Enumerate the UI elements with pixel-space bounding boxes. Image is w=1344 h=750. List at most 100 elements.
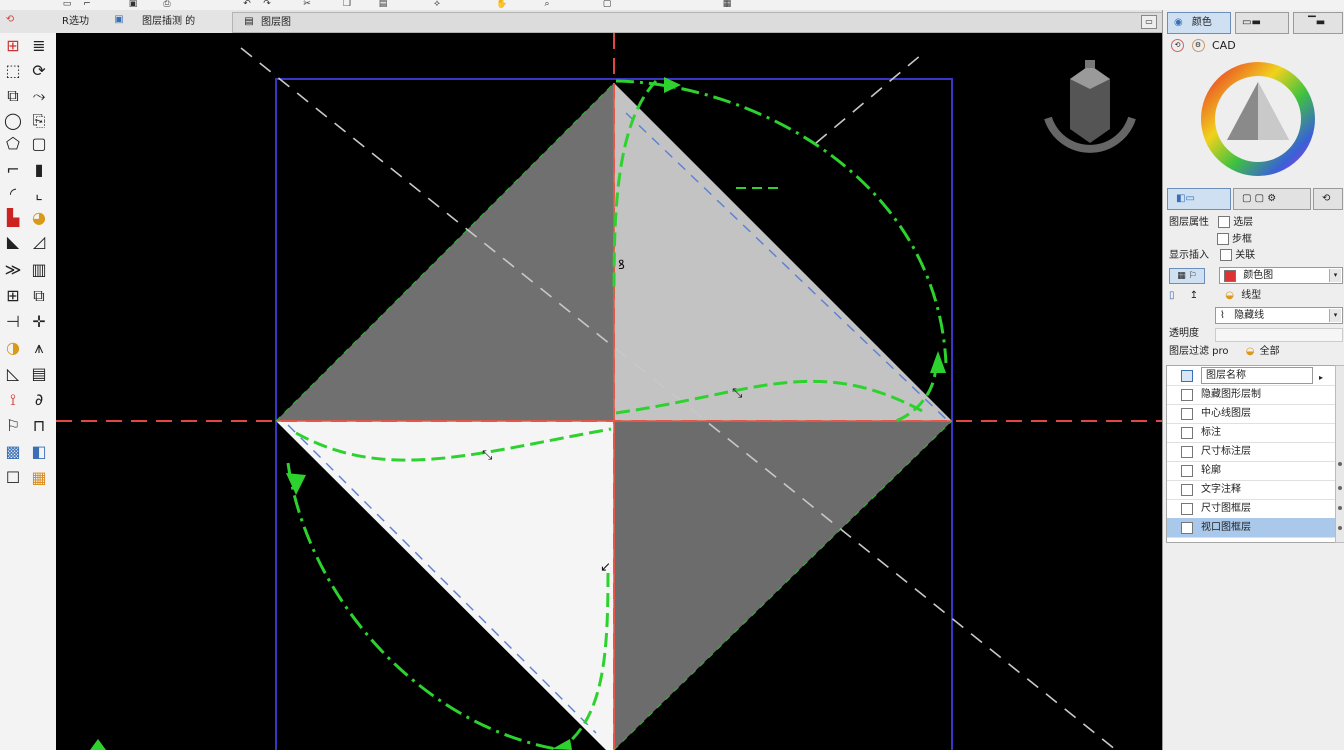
list-item-selected[interactable]: 视口图框层: [1167, 518, 1335, 538]
layer-checkbox[interactable]: [1181, 389, 1193, 401]
image-icon[interactable]: ▩: [2, 441, 24, 463]
color-swatch: [1224, 270, 1236, 282]
app-menu-icon[interactable]: ⟲: [4, 14, 16, 26]
mirror-icon[interactable]: ⩚: [28, 337, 50, 359]
extend-icon[interactable]: ≫: [2, 259, 24, 281]
palette-icon[interactable]: ▦: [28, 467, 50, 489]
list-item[interactable]: 中心线图层: [1167, 404, 1335, 424]
trim-icon[interactable]: ⤳: [28, 85, 50, 107]
transparency-field[interactable]: [1215, 328, 1343, 342]
redo-icon[interactable]: ↷: [260, 0, 274, 9]
restore-icon[interactable]: ⟲: [1171, 38, 1184, 52]
rotate-icon[interactable]: ✛: [28, 311, 50, 333]
book-icon[interactable]: ⊓: [28, 415, 50, 437]
layer-color-button[interactable]: ▦ ⚐: [1169, 268, 1205, 284]
measure-icon[interactable]: ◺: [2, 363, 24, 385]
tab-color[interactable]: ◉ 颜色: [1167, 12, 1231, 34]
arc-icon[interactable]: ◜: [2, 183, 24, 205]
chamfer-icon[interactable]: ◿: [28, 231, 50, 253]
select-layer-checkbox[interactable]: [1218, 216, 1231, 228]
layer-icon[interactable]: ⊞: [2, 35, 24, 57]
linetype-label: 线型: [1241, 290, 1262, 301]
chevron-down-icon[interactable]: ▾: [1329, 269, 1341, 282]
layer-checkbox[interactable]: [1181, 484, 1193, 496]
layer-checkbox[interactable]: [1181, 522, 1193, 534]
list-item[interactable]: 隐藏图形层制: [1167, 385, 1335, 405]
blocks-tab-icon: ▢ ▢ ⚙: [1242, 193, 1277, 204]
gradient-icon[interactable]: ◕: [28, 207, 50, 229]
polygon-icon[interactable]: ⬠: [2, 133, 24, 155]
paint-icon[interactable]: ◑: [2, 337, 24, 359]
tab-undo[interactable]: ⟲: [1313, 188, 1343, 210]
line-icon[interactable]: ⌐: [2, 159, 24, 181]
array-icon[interactable]: ⊞: [2, 285, 24, 307]
drawing-canvas[interactable]: ꝸ ⤡ ⤡ ↙: [56, 33, 1162, 750]
layer-label: 标注: [1201, 427, 1221, 438]
layer-checkbox[interactable]: [1181, 427, 1193, 439]
layer-checkbox[interactable]: [1181, 465, 1193, 477]
3d-view-icon[interactable]: ◧: [28, 441, 50, 463]
associate-checkbox[interactable]: [1220, 249, 1233, 261]
layer-label: 轮廓: [1201, 465, 1221, 476]
table-icon[interactable]: ▤: [28, 363, 50, 385]
open-icon[interactable]: ⌐: [80, 0, 94, 9]
filter-value[interactable]: 全部: [1260, 346, 1280, 357]
copy-icon[interactable]: ❐: [340, 0, 354, 9]
paste-icon[interactable]: ▤: [376, 0, 390, 9]
color-wheel[interactable]: [1199, 60, 1317, 178]
layer-checkbox[interactable]: [1181, 370, 1193, 382]
hatch-icon[interactable]: ▙: [2, 207, 24, 229]
tab-select[interactable]: R选功: [62, 13, 89, 30]
wall-icon[interactable]: ▮: [28, 159, 50, 181]
select-icon[interactable]: ⬚: [2, 60, 24, 82]
region-icon[interactable]: ▥: [28, 259, 50, 281]
undo-icon[interactable]: ↶: [240, 0, 254, 9]
tab-layer-test[interactable]: 图层插测 的: [142, 13, 195, 30]
tab-layout[interactable]: ▭▬: [1235, 12, 1289, 34]
linetype-combo[interactable]: ⌇ 隐藏线 ▾: [1215, 307, 1343, 324]
lasso-icon[interactable]: ⟳: [28, 60, 50, 82]
corner-icon[interactable]: ⌞: [28, 183, 50, 205]
maximize-button[interactable]: ▭: [1141, 15, 1157, 29]
chevron-down-icon[interactable]: ▾: [1329, 309, 1341, 322]
color-combo[interactable]: 颜色图 ▾: [1219, 267, 1343, 284]
dimension-icon[interactable]: ⟟: [2, 389, 24, 411]
window-icon[interactable]: ▢: [600, 0, 614, 9]
list-item[interactable]: 轮廓: [1167, 461, 1335, 481]
circle-icon[interactable]: ◯: [2, 110, 24, 132]
scroll-dot: [1338, 462, 1342, 466]
pan-icon[interactable]: ✋: [495, 0, 509, 9]
copy-tool-icon[interactable]: ⧉: [2, 85, 24, 107]
properties-icon[interactable]: ▦: [720, 0, 734, 9]
layer-list-scrollbar[interactable]: [1335, 365, 1344, 543]
tab-blocks[interactable]: ▢ ▢ ⚙: [1233, 188, 1311, 210]
list-item[interactable]: 标注: [1167, 423, 1335, 443]
list-item[interactable]: 文字注释: [1167, 480, 1335, 500]
fillet-icon[interactable]: ◣: [2, 231, 24, 253]
layer-checkbox[interactable]: [1181, 503, 1193, 515]
list-item[interactable]: 尺寸图框层: [1167, 499, 1335, 519]
list-item[interactable]: 图层名称 ▸: [1167, 366, 1335, 386]
rectangle-icon[interactable]: ▢: [28, 133, 50, 155]
list-item[interactable]: 尺寸标注层: [1167, 442, 1335, 462]
spline-icon[interactable]: ∂: [28, 389, 50, 411]
text-style-icon[interactable]: ≣: [28, 35, 50, 57]
flag-icon[interactable]: ⚐: [2, 415, 24, 437]
tab-tools[interactable]: ▔▬: [1293, 12, 1343, 34]
print-icon[interactable]: ⎙: [160, 0, 174, 9]
tab-active-document[interactable]: ▤ 图层图 ▭: [232, 12, 1164, 33]
match-icon[interactable]: ⟡: [430, 0, 444, 9]
cut-icon[interactable]: ✂: [300, 0, 314, 9]
tab-layers[interactable]: ◧▭: [1167, 188, 1231, 210]
block-icon[interactable]: ⎘: [28, 110, 50, 132]
step-checkbox[interactable]: [1217, 233, 1229, 245]
zoom-icon[interactable]: ⌕: [540, 0, 554, 9]
layer-checkbox[interactable]: [1181, 446, 1193, 458]
layer-checkbox[interactable]: [1181, 408, 1193, 420]
move-icon[interactable]: ⊣: [2, 311, 24, 333]
save-icon[interactable]: ▣: [126, 0, 140, 9]
frame-icon[interactable]: ☐: [2, 467, 24, 489]
settings-icon[interactable]: ⚙: [1191, 38, 1205, 52]
new-icon[interactable]: ▭: [60, 0, 74, 9]
group-icon[interactable]: ⧉: [28, 285, 50, 307]
